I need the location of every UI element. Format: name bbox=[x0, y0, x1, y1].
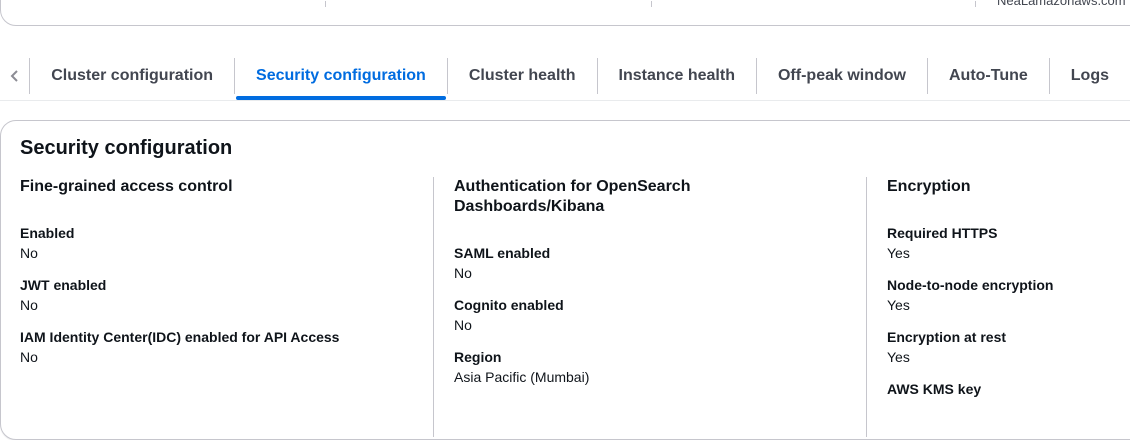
tab-instance-health[interactable]: Instance health bbox=[598, 58, 757, 94]
kv-pair: IAM Identity Center(IDC) enabled for API… bbox=[20, 327, 420, 367]
column-heading: Fine-grained access control bbox=[20, 178, 233, 195]
column-heading: Encryption bbox=[887, 178, 971, 195]
tabs-scroll-left-button[interactable] bbox=[0, 58, 31, 94]
endpoint-text: NeaLamazonaws.com bbox=[997, 0, 1126, 8]
security-configuration-panel: Security configuration Fine-grained acce… bbox=[0, 120, 1130, 440]
tab-security-configuration[interactable]: Security configuration bbox=[235, 58, 448, 100]
card-divider bbox=[651, 1, 652, 7]
tab-underline-divider bbox=[0, 100, 1130, 101]
tab-off-peak-window[interactable]: Off-peak window bbox=[757, 58, 928, 94]
kv-key: Region bbox=[454, 349, 502, 365]
kv-key: IAM Identity Center(IDC) enabled for API… bbox=[20, 329, 340, 345]
kv-value: Asia Pacific (Mumbai) bbox=[454, 369, 590, 385]
kv-pair: JWT enabled No bbox=[20, 275, 420, 315]
kv-pair: AWS KMS key bbox=[887, 379, 1127, 399]
kv-pair: Encryption at rest Yes bbox=[887, 327, 1127, 367]
kv-pair: Cognito enabled No bbox=[454, 295, 844, 335]
kv-key: Enabled bbox=[20, 225, 75, 241]
kv-value: No bbox=[20, 245, 38, 261]
kv-value: No bbox=[454, 317, 472, 333]
fine-grained-access-column: Fine-grained access control Enabled No J… bbox=[20, 177, 420, 439]
encryption-column: Encryption Required HTTPS Yes Node-to-no… bbox=[887, 177, 1127, 439]
kv-key: AWS KMS key bbox=[887, 381, 982, 397]
kv-pair: Required HTTPS Yes bbox=[887, 223, 1127, 263]
column-heading: Authentication for OpenSearch Dashboards… bbox=[454, 178, 691, 215]
panel-title: Security configuration bbox=[20, 137, 233, 159]
kv-pair: SAML enabled No bbox=[454, 243, 844, 283]
kv-key: Node-to-node encryption bbox=[887, 277, 1054, 293]
kv-pair: Region Asia Pacific (Mumbai) bbox=[454, 347, 844, 387]
tab-list: Cluster configuration Security configura… bbox=[0, 52, 1130, 100]
kv-pair: Enabled No bbox=[20, 223, 420, 263]
kv-key: JWT enabled bbox=[20, 277, 107, 293]
dashboards-authentication-column: Authentication for OpenSearch Dashboards… bbox=[454, 177, 844, 439]
kv-key: Cognito enabled bbox=[454, 297, 564, 313]
tab-logs[interactable]: Logs bbox=[1050, 58, 1130, 94]
kv-key: SAML enabled bbox=[454, 245, 551, 261]
column-divider bbox=[433, 177, 434, 437]
kv-value: Yes bbox=[887, 349, 910, 365]
column-divider bbox=[866, 177, 867, 437]
tab-cluster-health[interactable]: Cluster health bbox=[448, 58, 598, 94]
kv-value: No bbox=[20, 349, 38, 365]
kv-key: Encryption at rest bbox=[887, 329, 1007, 345]
kv-key: Required HTTPS bbox=[887, 225, 998, 241]
top-summary-card: NeaLamazonaws.com bbox=[0, 0, 1130, 26]
kv-value: No bbox=[454, 265, 472, 281]
tab-auto-tune[interactable]: Auto-Tune bbox=[928, 58, 1050, 94]
card-divider bbox=[325, 1, 326, 7]
card-divider bbox=[975, 1, 976, 7]
kv-value: Yes bbox=[887, 245, 910, 261]
kv-pair: Node-to-node encryption Yes bbox=[887, 275, 1127, 315]
kv-value: Yes bbox=[887, 297, 910, 313]
tab-cluster-configuration[interactable]: Cluster configuration bbox=[30, 58, 236, 94]
chevron-left-icon bbox=[10, 70, 18, 82]
kv-value: No bbox=[20, 297, 38, 313]
